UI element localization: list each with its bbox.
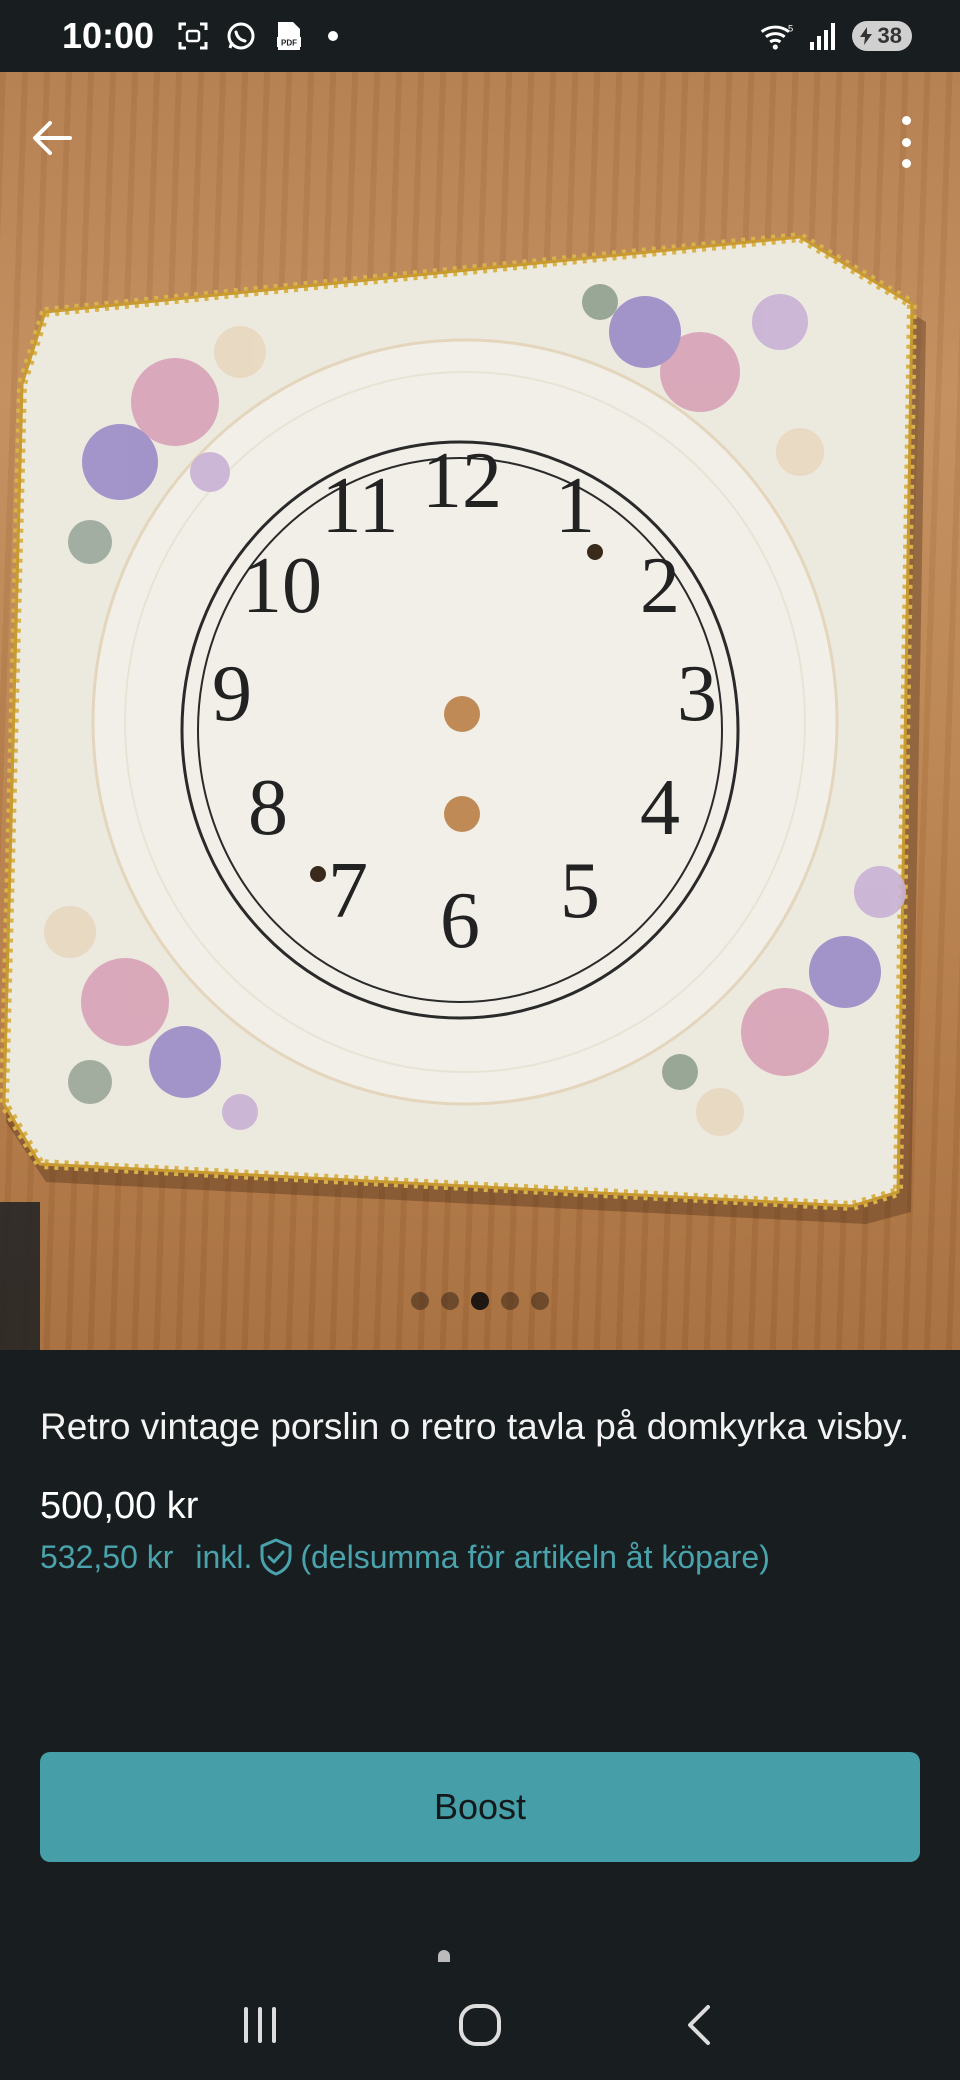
home-icon (459, 2004, 501, 2046)
svg-text:3: 3 (677, 650, 717, 738)
system-navigation-bar (0, 1970, 960, 2080)
buyer-price-note: (delsumma för artikeln åt köpare) (300, 1538, 770, 1575)
more-options-button[interactable] (888, 112, 924, 172)
back-nav-button[interactable] (660, 1985, 740, 2065)
page-dot-active[interactable] (471, 1292, 489, 1310)
svg-text:10: 10 (242, 542, 322, 630)
clock-face-photo: 12 1 2 3 4 5 6 7 8 9 10 11 (0, 232, 926, 1350)
shield-check-icon (260, 1538, 292, 1576)
svg-text:7: 7 (328, 847, 368, 935)
wifi-icon: 5 (760, 19, 794, 53)
back-button[interactable] (28, 114, 84, 170)
chevron-left-icon (688, 2005, 710, 2045)
pdf-icon: PDF (272, 19, 306, 53)
buyer-price-line[interactable]: 532,50 kr inkl. (delsumma för artikeln å… (40, 1538, 920, 1576)
recent-apps-icon (244, 2007, 276, 2043)
page-dot[interactable] (501, 1292, 519, 1310)
charging-icon (859, 27, 872, 45)
buyer-price-incl: inkl. (195, 1538, 253, 1575)
status-left-icons: PDF (176, 19, 339, 53)
scroll-indicator (438, 1950, 450, 1962)
more-dot (901, 116, 911, 125)
svg-text:4: 4 (640, 764, 680, 852)
boost-button[interactable]: Boost (40, 1752, 920, 1862)
listing-price: 500,00 kr (40, 1485, 199, 1527)
listing-photo-carousel[interactable]: 12 1 2 3 4 5 6 7 8 9 10 11 (0, 72, 960, 1350)
svg-text:6: 6 (440, 877, 480, 965)
status-right: 5 38 (760, 19, 912, 53)
page-dot[interactable] (531, 1292, 549, 1310)
status-time: 10:00 (62, 15, 155, 56)
svg-text:9: 9 (212, 650, 252, 738)
svg-text:8: 8 (248, 764, 288, 852)
home-button[interactable] (440, 1985, 520, 2065)
status-bar: 10:00 PDF 5 38 (0, 0, 960, 72)
screenshot-icon (176, 19, 210, 53)
battery-level: 38 (877, 23, 902, 48)
svg-text:1: 1 (555, 462, 595, 550)
svg-text:12: 12 (422, 437, 502, 525)
svg-text:5: 5 (788, 24, 793, 34)
svg-text:5: 5 (560, 847, 600, 935)
page-dot[interactable] (411, 1292, 429, 1310)
signal-icon (806, 19, 840, 53)
more-dot (901, 159, 911, 168)
whatsapp-icon (224, 19, 258, 53)
listing-details: Retro vintage porslin o retro tavla på d… (40, 1350, 920, 1576)
carousel-page-indicator (0, 1292, 960, 1310)
notification-dot (328, 31, 339, 41)
arrow-left-icon (33, 121, 72, 155)
page-dot[interactable] (441, 1292, 459, 1310)
buyer-price: 532,50 kr (40, 1538, 174, 1575)
svg-text:11: 11 (321, 462, 398, 550)
recent-apps-button[interactable] (220, 1985, 300, 2065)
more-dot (901, 137, 911, 147)
listing-title: Retro vintage porslin o retro tavla på d… (40, 1406, 910, 1447)
battery-indicator: 38 (851, 21, 912, 51)
svg-text:2: 2 (640, 542, 680, 630)
svg-text:PDF: PDF (281, 39, 297, 48)
